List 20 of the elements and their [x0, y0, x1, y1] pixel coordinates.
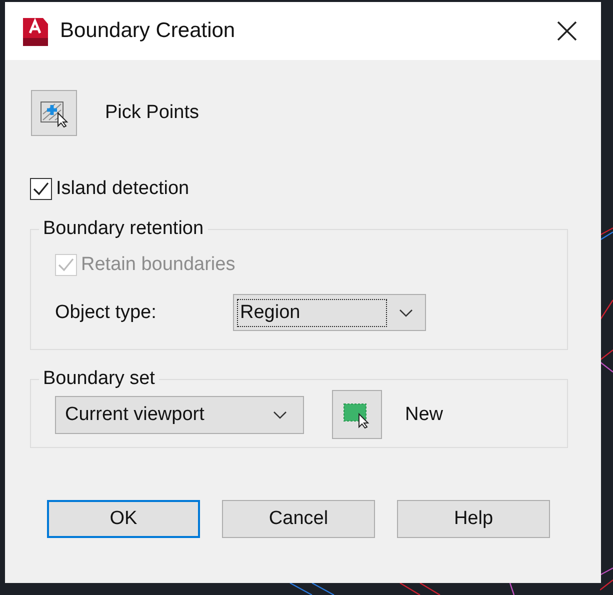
dialog-button[interactable]: Help — [397, 500, 550, 538]
dialog-button[interactable]: Cancel — [222, 500, 375, 538]
dialog-button[interactable]: OK — [47, 500, 200, 538]
new-label: New — [405, 404, 444, 426]
checkbox-label: Island detection — [56, 178, 190, 200]
boundary-set-dropdown[interactable]: Current viewport — [55, 396, 304, 434]
checkbox-label: Retain boundaries — [81, 254, 236, 276]
pick-points-button[interactable] — [31, 90, 77, 136]
group-title: Boundary retention — [42, 218, 205, 240]
app-logo-icon — [20, 16, 48, 46]
window-title: Boundary Creation — [60, 19, 236, 43]
group-title: Boundary set — [42, 368, 156, 390]
checkbox[interactable] — [30, 178, 52, 200]
caret-icon — [273, 410, 287, 418]
caret-icon — [399, 308, 413, 316]
object-type-label: Object type: — [55, 302, 158, 324]
new-selection-button[interactable] — [332, 390, 382, 439]
close-icon — [557, 21, 577, 41]
object-type-dropdown[interactable]: Region — [233, 294, 426, 331]
pick-points-label: Pick Points — [105, 102, 199, 124]
